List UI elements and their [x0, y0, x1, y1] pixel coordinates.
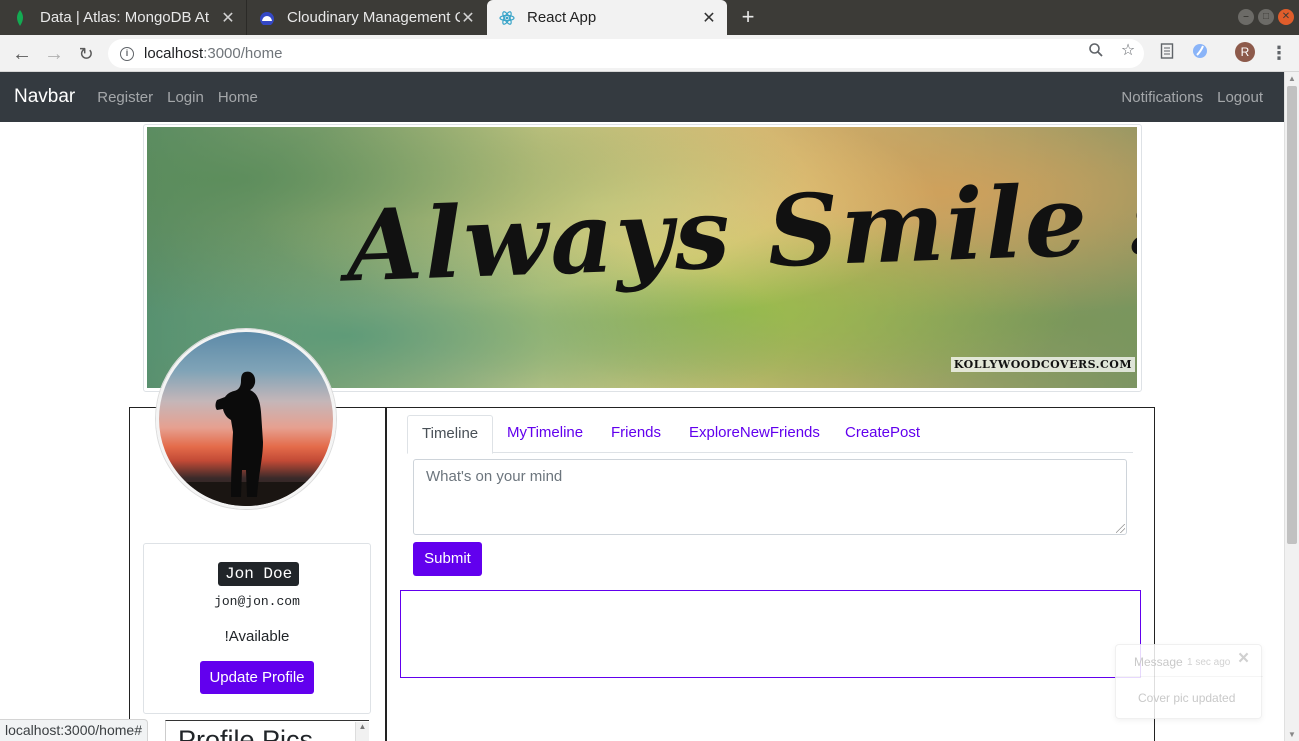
- profile-email: jon@jon.com: [214, 594, 300, 609]
- navbar-right-group: Notifications Logout: [1107, 89, 1270, 106]
- extension-document-icon[interactable]: [1158, 43, 1176, 61]
- close-tab-icon[interactable]: ✕: [701, 8, 717, 28]
- tab-title: React App: [527, 9, 597, 26]
- close-window-icon[interactable]: ✕: [1278, 9, 1294, 25]
- cover-watermark: KOLLYWOODCOVERS.COM: [950, 357, 1135, 372]
- update-profile-button[interactable]: Update Profile: [200, 661, 314, 694]
- page-scrollbar[interactable]: ▲ ▼: [1284, 72, 1299, 741]
- bookmark-star-icon[interactable]: ☆: [1119, 42, 1137, 60]
- back-arrow-icon[interactable]: ←: [9, 41, 35, 67]
- react-atom-icon: [499, 10, 515, 26]
- nav-link-logout[interactable]: Logout: [1217, 89, 1263, 106]
- address-bar[interactable]: i localhost:3000/home: [108, 39, 1144, 68]
- nav-link-login[interactable]: Login: [167, 89, 204, 106]
- profile-pics-panel: Profile Pics: [165, 720, 369, 741]
- tab-create-post[interactable]: CreatePost: [845, 415, 920, 453]
- nav-link-home[interactable]: Home: [218, 89, 258, 106]
- page-viewport: Navbar Register Login Home Notifications…: [0, 72, 1284, 741]
- tab-title: Data | Atlas: MongoDB At: [40, 9, 209, 26]
- scroll-up-arrow-icon[interactable]: ▲: [1288, 74, 1296, 83]
- nav-link-register[interactable]: Register: [97, 89, 153, 106]
- top-navbar: Navbar Register Login Home Notifications…: [0, 72, 1284, 122]
- browser-tab-mongodb[interactable]: Data | Atlas: MongoDB At ✕: [0, 0, 246, 35]
- profile-avatar[interactable]: R: [1235, 42, 1255, 62]
- notification-toast: Message 1 sec ago × Cover pic updated: [1115, 644, 1263, 719]
- extension-globe-icon[interactable]: [1191, 43, 1209, 61]
- profile-status: !Available: [224, 628, 290, 645]
- site-info-icon[interactable]: i: [120, 46, 134, 61]
- scrollbar-thumb[interactable]: [1287, 86, 1297, 544]
- close-tab-icon[interactable]: ✕: [460, 8, 476, 28]
- photographer-silhouette-icon: [159, 371, 333, 506]
- toast-title: Message: [1134, 655, 1183, 669]
- content-tabs: Timeline MyTimeline Friends ExploreNewFr…: [407, 415, 1133, 454]
- toast-header: Message 1 sec ago ×: [1116, 645, 1263, 677]
- tab-title: Cloudinary Management C: [287, 9, 460, 26]
- mongodb-leaf-icon: [12, 9, 28, 26]
- zoom-icon[interactable]: [1087, 42, 1105, 60]
- toast-timestamp: 1 sec ago: [1187, 657, 1231, 668]
- textarea-resize-handle[interactable]: [1116, 524, 1125, 533]
- browser-toolbar: ← → ↻ i localhost:3000/home ☆ R ⋮: [0, 35, 1299, 72]
- browser-tab-strip: Data | Atlas: MongoDB At ✕ Cloudinary Ma…: [0, 0, 1299, 35]
- posts-feed-container: [400, 590, 1141, 678]
- profile-picture[interactable]: [156, 329, 336, 509]
- cover-script-text: Always Smile :): [344, 159, 1137, 305]
- close-tab-icon[interactable]: ✕: [220, 8, 236, 28]
- profile-pics-heading: Profile Pics: [178, 725, 314, 741]
- reload-icon[interactable]: ↻: [73, 41, 99, 67]
- scroll-down-arrow-icon[interactable]: ▼: [1288, 730, 1296, 739]
- cloudinary-cloud-icon: [259, 10, 275, 26]
- tab-friends[interactable]: Friends: [611, 415, 661, 453]
- toast-message: Cover pic updated: [1138, 691, 1236, 705]
- browser-tab-react-app[interactable]: React App ✕: [487, 0, 727, 35]
- url-path: :3000/home: [203, 45, 283, 62]
- toast-close-icon[interactable]: ×: [1238, 648, 1249, 670]
- tab-timeline[interactable]: Timeline: [407, 415, 494, 454]
- new-tab-icon[interactable]: +: [736, 5, 760, 29]
- url-host: localhost: [144, 45, 204, 62]
- forward-arrow-icon[interactable]: →: [41, 41, 67, 67]
- submit-post-button[interactable]: Submit: [413, 542, 482, 576]
- browser-menu-icon[interactable]: ⋮: [1270, 41, 1288, 65]
- profile-pics-scrollbar[interactable]: ▲: [355, 722, 369, 741]
- post-textarea[interactable]: What's on your mind: [413, 459, 1127, 535]
- maximize-window-icon[interactable]: □: [1258, 9, 1274, 25]
- minimize-window-icon[interactable]: –: [1238, 9, 1254, 25]
- link-status-bubble: localhost:3000/home#: [0, 719, 148, 741]
- tab-explore-new-friends[interactable]: ExploreNewFriends: [689, 415, 820, 453]
- profile-name: Jon Doe: [218, 562, 300, 586]
- browser-tab-cloudinary[interactable]: Cloudinary Management C ✕: [246, 0, 486, 35]
- nav-link-notifications[interactable]: Notifications: [1121, 89, 1203, 106]
- main-content-card: [386, 407, 1155, 741]
- navbar-brand[interactable]: Navbar: [14, 86, 75, 108]
- tab-mytimeline[interactable]: MyTimeline: [507, 415, 583, 453]
